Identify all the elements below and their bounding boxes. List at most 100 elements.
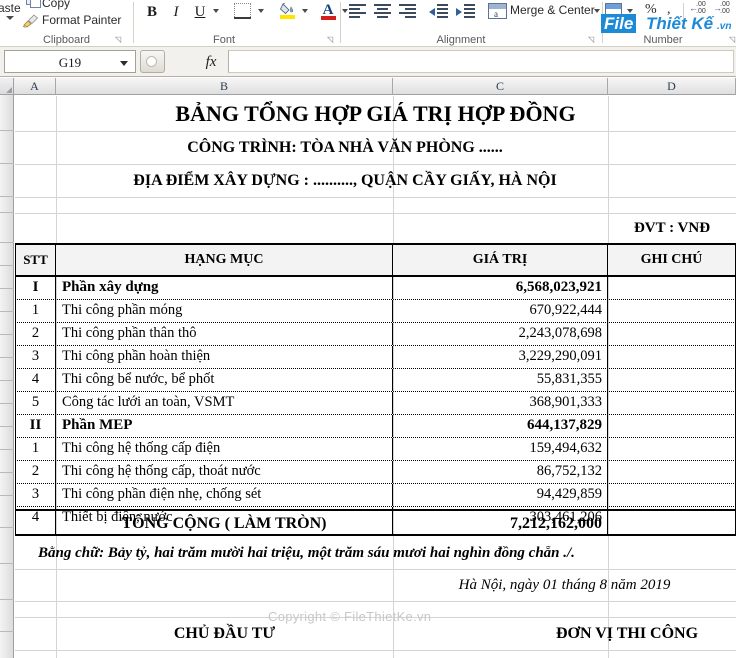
date-line[interactable]: Hà Nội, ngày 01 tháng 8 năm 2019 — [393, 570, 736, 601]
formula-bar-expand-button[interactable] — [140, 50, 165, 73]
row-header-strip[interactable] — [0, 95, 14, 658]
insert-function-icon[interactable]: fx — [196, 51, 226, 73]
row-note[interactable] — [608, 277, 736, 299]
table-header-note[interactable]: GHI CHÚ — [608, 245, 736, 275]
align-left-icon[interactable] — [349, 4, 366, 18]
percent-style-button[interactable]: % — [645, 2, 657, 18]
row-value[interactable]: 670,922,444 — [393, 300, 608, 322]
row-stt[interactable]: 4 — [15, 369, 56, 391]
italic-button[interactable]: I — [166, 2, 186, 22]
row-item[interactable]: Thi công phần thân thô — [56, 323, 393, 345]
row-note[interactable] — [608, 369, 736, 391]
select-all-corner[interactable] — [0, 78, 14, 95]
row-item[interactable]: Phần xây dựng — [56, 277, 393, 299]
fill-color-dropdown-icon[interactable] — [302, 9, 308, 13]
total-value[interactable]: 7,212,162,000 — [393, 511, 608, 534]
increase-decimal-button[interactable]: ← .00 .00 — [689, 1, 709, 19]
column-header-a[interactable]: A — [14, 78, 56, 95]
row-item[interactable]: Phần MEP — [56, 415, 393, 437]
total-note-cell[interactable] — [608, 511, 736, 534]
alignment-dialog-launcher-icon[interactable]: ◹ — [588, 35, 598, 45]
signature-left[interactable]: CHỦ ĐẦU TƯ — [56, 618, 393, 650]
row-note[interactable] — [608, 300, 736, 322]
row-stt[interactable]: 2 — [15, 461, 56, 483]
sheet-subtitle-2[interactable]: ĐỊA ĐIỂM XÂY DỰNG : .........., QUẬN CẦY… — [15, 165, 675, 197]
row-stt[interactable]: 2 — [15, 323, 56, 345]
row-stt[interactable]: I — [15, 277, 56, 299]
row-stt[interactable]: 3 — [15, 484, 56, 506]
row-item[interactable]: Thi công bể nước, bể phốt — [56, 369, 393, 391]
row-value[interactable]: 2,243,078,698 — [393, 323, 608, 345]
increase-indent-icon[interactable] — [456, 4, 475, 18]
paste-dropdown-icon[interactable] — [6, 16, 14, 20]
row-stt[interactable]: 1 — [15, 438, 56, 460]
decrease-indent-icon[interactable] — [429, 4, 448, 18]
total-label[interactable]: TỔNG CỘNG ( LÀM TRÒN) — [56, 511, 393, 534]
number-format-icon[interactable] — [605, 3, 622, 16]
row-item[interactable]: Thi công hệ thống cấp điện — [56, 438, 393, 460]
merge-and-center-button[interactable]: a Merge & Center — [488, 0, 600, 22]
row-note[interactable] — [608, 438, 736, 460]
comma-style-button[interactable]: , — [667, 2, 671, 18]
number-format-dropdown-icon[interactable] — [627, 9, 633, 13]
row-stt[interactable]: II — [15, 415, 56, 437]
copy-button[interactable]: Copy — [42, 0, 70, 10]
number-dialog-launcher-icon[interactable]: ◹ — [729, 35, 736, 45]
align-center-icon[interactable] — [374, 4, 391, 18]
bold-button[interactable]: B — [142, 2, 162, 22]
row-note[interactable] — [608, 323, 736, 345]
font-color-icon[interactable]: A — [320, 2, 338, 21]
table-header-item[interactable]: HẠNG MỤC — [56, 245, 393, 275]
table-header-value[interactable]: GIÁ TRỊ — [393, 245, 608, 275]
borders-dropdown-icon[interactable] — [258, 9, 264, 13]
formula-input[interactable] — [228, 50, 734, 73]
format-painter-icon[interactable] — [22, 14, 39, 28]
row-value[interactable]: 3,229,290,091 — [393, 346, 608, 368]
row-value[interactable]: 94,429,859 — [393, 484, 608, 506]
fill-color-icon[interactable] — [279, 1, 297, 20]
clipboard-dialog-launcher-icon[interactable]: ◹ — [115, 35, 125, 45]
column-header-b[interactable]: B — [56, 78, 393, 95]
row-item[interactable]: Thi công hệ thống cấp, thoát nước — [56, 461, 393, 483]
row-value[interactable]: 86,752,132 — [393, 461, 608, 483]
name-box[interactable]: G19 — [4, 50, 136, 73]
row-value[interactable]: 55,831,355 — [393, 369, 608, 391]
row-item[interactable]: Thi công phần móng — [56, 300, 393, 322]
row-value[interactable]: 644,137,829 — [393, 415, 608, 437]
row-stt[interactable]: 5 — [15, 392, 56, 414]
font-dialog-launcher-icon[interactable]: ◹ — [327, 35, 337, 45]
signature-right[interactable]: ĐƠN VỊ THI CÔNG — [518, 618, 736, 650]
row-item[interactable]: Thi công phần hoàn thiện — [56, 346, 393, 368]
row-value[interactable]: 368,901,333 — [393, 392, 608, 414]
row-note[interactable] — [608, 392, 736, 414]
sheet-title[interactable]: BẢNG TỔNG HỢP GIÁ TRỊ HỢP ĐỒNG — [15, 96, 736, 131]
decrease-decimal-button[interactable]: → .00 .00 — [713, 1, 733, 19]
align-right-icon[interactable] — [399, 4, 416, 18]
name-box-dropdown-icon[interactable] — [120, 61, 128, 66]
sheet-subtitle-1[interactable]: CÔNG TRÌNH: TÒA NHÀ VĂN PHÒNG ...... — [15, 132, 675, 164]
format-painter-button[interactable]: Format Painter — [42, 13, 121, 27]
borders-icon[interactable] — [234, 3, 251, 19]
row-item[interactable]: Công tác lưới an toàn, VSMT — [56, 392, 393, 414]
row-item[interactable]: Thi công phần điện nhẹ, chống sét — [56, 484, 393, 506]
copy-icon[interactable] — [26, 0, 41, 8]
row-stt[interactable]: 1 — [15, 300, 56, 322]
row-value[interactable]: 159,494,632 — [393, 438, 608, 460]
underline-dropdown-icon[interactable] — [213, 9, 219, 13]
merge-center-dropdown-icon[interactable] — [594, 9, 600, 13]
amount-in-words[interactable]: Bằng chữ: Bảy tỷ, hai trăm mười hai triệ… — [38, 537, 736, 569]
spreadsheet-grid: A B C D BẢNG TỔNG HỢP GIÁ TRỊ HỢP ĐỒNG C… — [0, 78, 736, 658]
paste-button[interactable]: aste — [0, 1, 21, 15]
total-stt-cell[interactable] — [15, 511, 56, 534]
row-note[interactable] — [608, 461, 736, 483]
table-header-stt[interactable]: STT — [15, 245, 56, 275]
row-note[interactable] — [608, 415, 736, 437]
row-note[interactable] — [608, 484, 736, 506]
column-header-d[interactable]: D — [608, 78, 736, 95]
row-value[interactable]: 6,568,023,921 — [393, 277, 608, 299]
row-note[interactable] — [608, 346, 736, 368]
column-header-c[interactable]: C — [393, 78, 608, 95]
row-stt[interactable]: 3 — [15, 346, 56, 368]
unit-note[interactable]: ĐVT : VNĐ — [608, 214, 736, 243]
underline-button[interactable]: U — [190, 2, 210, 22]
